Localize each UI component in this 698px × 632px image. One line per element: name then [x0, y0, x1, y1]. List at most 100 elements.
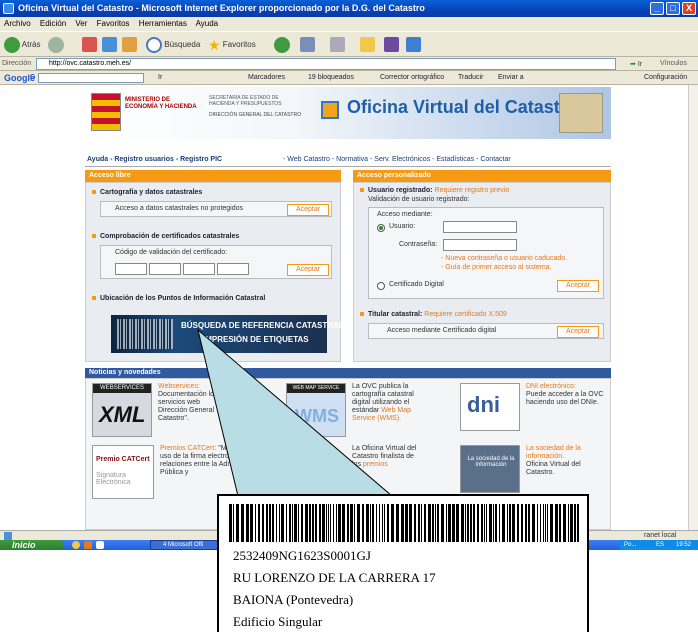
- popup-blocked-button[interactable]: 19 bloqueados: [308, 71, 354, 85]
- page-title: Oficina Virtual del Catastro: [347, 97, 578, 117]
- secretaria-name: SECRETARÍA DE ESTADO DE HACIENDA Y PRESU…: [209, 95, 282, 107]
- quicklaunch-icon-1[interactable]: [72, 541, 80, 549]
- quicklaunch-icon-3[interactable]: [96, 541, 104, 549]
- codigo-input-1[interactable]: [115, 263, 147, 275]
- codigo-input-2[interactable]: [149, 263, 181, 275]
- menu-edicion[interactable]: Edición: [40, 19, 66, 28]
- codigo-input-3[interactable]: [183, 263, 215, 275]
- dni-news[interactable]: DNI electrónico: Puede acceder a la OVC …: [526, 383, 606, 407]
- finalista-news[interactable]: La Oficina Virtual del Catastro finalist…: [352, 445, 422, 469]
- refresh-button[interactable]: [102, 36, 117, 54]
- ie-icon: [3, 3, 14, 14]
- close-button[interactable]: X: [682, 2, 696, 15]
- vertical-scrollbar[interactable]: [688, 85, 698, 530]
- comprobacion-box: Código de validación del certificado: Ac…: [100, 245, 332, 279]
- nav-help-register-links[interactable]: Ayuda - Registro usuarios - Registro PIC: [87, 153, 222, 167]
- menu-archivo[interactable]: Archivo: [4, 19, 31, 28]
- history-icon: [274, 36, 290, 53]
- label-address: RU LORENZO DE LA CARRERA 17: [233, 570, 436, 585]
- label-building-type: Edificio Singular: [233, 614, 323, 629]
- label-city: BAIONA (Pontevedra): [233, 592, 354, 607]
- wms-image[interactable]: WEB MAP SERVICE WMS: [286, 383, 346, 437]
- links-label[interactable]: Vínculos: [660, 57, 687, 71]
- acceso-libre-header: Acceso libre: [85, 170, 341, 182]
- cartografia-accept-button[interactable]: Aceptar: [287, 204, 329, 216]
- codigo-input-4[interactable]: [217, 263, 249, 275]
- dni-text: dni: [467, 392, 500, 417]
- start-button[interactable]: Inicio: [0, 540, 64, 550]
- radio-certificado[interactable]: [377, 282, 385, 290]
- titular-box: Acceso mediante Certificado digital Acep…: [368, 323, 604, 339]
- clock: 19:52: [676, 542, 692, 548]
- barcode-icon: [117, 319, 173, 349]
- cartografia-text: Acceso a datos catastrales no protegidos: [115, 205, 244, 212]
- dni-image[interactable]: dni: [460, 383, 520, 431]
- wms-news[interactable]: La OVC publica la cartografía catastral …: [352, 383, 422, 423]
- referencia-catastral-banner[interactable]: BÚSQUEDA DE REFERENCIA CATASTRAL IMPRESI…: [111, 315, 344, 353]
- home-button[interactable]: [122, 36, 137, 54]
- nav-main-links[interactable]: - Web Catastro - Normativa - Serv. Elect…: [283, 153, 511, 167]
- cartografia-title: Cartografía y datos catastrales: [92, 189, 202, 196]
- barcode: [229, 504, 579, 542]
- address-input[interactable]: http://ovc.catastro.meh.es/: [36, 58, 616, 70]
- nueva-contrasena-link[interactable]: - Nueva contraseña o usuario caducado.: [441, 255, 567, 262]
- settings-button[interactable]: Configuración: [644, 71, 687, 85]
- search-button[interactable]: Búsqueda: [146, 36, 200, 54]
- menu-favoritos[interactable]: Favoritos: [97, 19, 130, 28]
- messenger-icon: [384, 37, 399, 53]
- menu-ver[interactable]: Ver: [75, 19, 87, 28]
- sociedad-news[interactable]: La sociedad de la información. Oficina V…: [526, 445, 608, 477]
- ovc-logo-icon: [321, 101, 339, 119]
- quicklaunch-icon-2[interactable]: [84, 541, 92, 549]
- ministry-name: MINISTERIO DE ECONOMÍA Y HACIENDA: [125, 97, 197, 110]
- spellcheck-button[interactable]: Corrector ortográfico: [380, 71, 444, 85]
- login-accept-button[interactable]: Aceptar: [557, 280, 599, 292]
- minimize-button[interactable]: _: [650, 2, 664, 15]
- comprobacion-accept-button[interactable]: Aceptar: [287, 264, 329, 276]
- acceso-personalizado-panel: Usuario registrado: Requiere registro pr…: [353, 182, 611, 362]
- bookmarks-button[interactable]: Marcadores: [248, 71, 285, 85]
- back-button[interactable]: Atrás: [4, 36, 40, 54]
- browser-window: Oficina Virtual del Catastro - Microsoft…: [0, 0, 698, 550]
- radio-selected-dot: [379, 226, 383, 230]
- language-indicator[interactable]: ES: [656, 540, 664, 550]
- history-button[interactable]: [274, 36, 290, 54]
- certificado-label: Certificado Digital: [389, 281, 444, 288]
- tray-item[interactable]: Po...: [624, 540, 636, 550]
- menu-bar: Archivo Edición Ver Favoritos Herramient…: [0, 17, 698, 31]
- xml-image[interactable]: WEBSERVICES XML: [92, 383, 152, 437]
- catcert-news[interactable]: Premios CATCert: "Mejor iniciativa de us…: [160, 445, 284, 477]
- sociedad-info-image[interactable]: La sociedad de la información: [460, 445, 520, 493]
- favorites-button[interactable]: ★ Favoritos: [208, 36, 256, 54]
- acceso-personalizado-header: Acceso personalizado: [353, 170, 611, 182]
- forward-button[interactable]: [48, 36, 64, 54]
- star-icon: ★: [208, 37, 221, 53]
- menu-herramientas[interactable]: Herramientas: [139, 19, 187, 28]
- menu-ayuda[interactable]: Ayuda: [196, 19, 219, 28]
- usuario-input[interactable]: [443, 221, 517, 233]
- stop-button[interactable]: [82, 36, 97, 54]
- messenger-button[interactable]: [384, 36, 399, 54]
- maximize-button[interactable]: □: [666, 2, 680, 15]
- folder-button[interactable]: [360, 36, 375, 54]
- ovc-page: MINISTERIO DE ECONOMÍA Y HACIENDA SECRET…: [85, 85, 611, 530]
- print-button[interactable]: [330, 36, 345, 54]
- translate-button[interactable]: Traducir: [458, 71, 483, 85]
- print-icon: [330, 37, 345, 53]
- webservices-news[interactable]: Webservices: Documentación los servicios…: [158, 383, 220, 423]
- go-button[interactable]: ➡ Ir: [630, 58, 654, 70]
- send-to-button[interactable]: Enviar a: [498, 71, 524, 85]
- consulta-line1: BÚSQUEDA DE REFERENCIA CATASTRAL: [181, 321, 344, 330]
- catcert-image[interactable]: Premio CATCert Signatura Electrònica: [92, 445, 154, 499]
- guia-link[interactable]: - Guía de primer acceso al sistema.: [441, 264, 552, 271]
- research-icon: [406, 37, 421, 53]
- research-button[interactable]: [406, 36, 421, 54]
- google-go-button[interactable]: Ir: [158, 71, 162, 85]
- google-search-input[interactable]: [38, 73, 144, 83]
- consulta-line2: IMPRESIÓN DE ETIQUETAS: [203, 335, 309, 344]
- titular-accept-button[interactable]: Aceptar: [557, 326, 599, 338]
- contrasena-input[interactable]: [443, 239, 517, 251]
- news-header: Noticias y novedades: [85, 368, 611, 378]
- mail-button[interactable]: [300, 36, 315, 54]
- catcert-sub-text: Signatura Electrònica: [96, 472, 131, 486]
